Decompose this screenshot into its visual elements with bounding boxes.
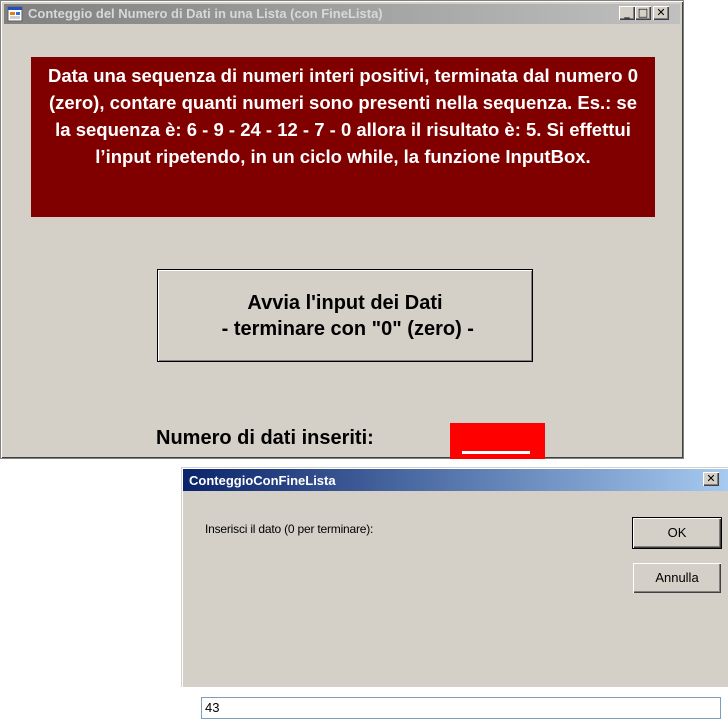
main-window: Conteggio del Numero di Dati in una List… xyxy=(0,0,684,459)
close-icon[interactable]: ✕ xyxy=(653,6,669,20)
count-underline xyxy=(462,451,530,454)
maximize-icon[interactable]: □ xyxy=(635,6,651,20)
count-result-box xyxy=(450,423,545,459)
start-button-line1: Avvia l'input dei Dati xyxy=(247,291,443,314)
close-icon[interactable]: ✕ xyxy=(703,472,719,486)
start-button-line2: - terminare con "0" (zero) - xyxy=(216,317,474,340)
data-input-field[interactable]: 43 xyxy=(201,697,721,719)
input-dialog: ConteggioConFineLista ✕ Inserisci il dat… xyxy=(181,467,728,719)
minimize-icon[interactable]: _ xyxy=(619,6,635,20)
start-input-button[interactable]: Avvia l'input dei Dati - terminare con "… xyxy=(157,269,533,362)
description-label: Data una sequenza di numeri interi posit… xyxy=(31,57,655,217)
main-titlebar[interactable]: Conteggio del Numero di Dati in una List… xyxy=(4,4,680,24)
dialog-titlebar[interactable]: ConteggioConFineLista ✕ xyxy=(183,469,728,491)
dialog-title: ConteggioConFineLista xyxy=(189,473,336,488)
window-title: Conteggio del Numero di Dati in una List… xyxy=(28,6,383,21)
cancel-button[interactable]: Annulla xyxy=(633,563,721,593)
count-label: Numero di dati inseriti: xyxy=(156,427,374,449)
dialog-prompt: Inserisci il dato (0 per terminare): xyxy=(205,522,374,536)
ok-button[interactable]: OK xyxy=(632,517,722,549)
app-form-icon xyxy=(7,6,23,22)
